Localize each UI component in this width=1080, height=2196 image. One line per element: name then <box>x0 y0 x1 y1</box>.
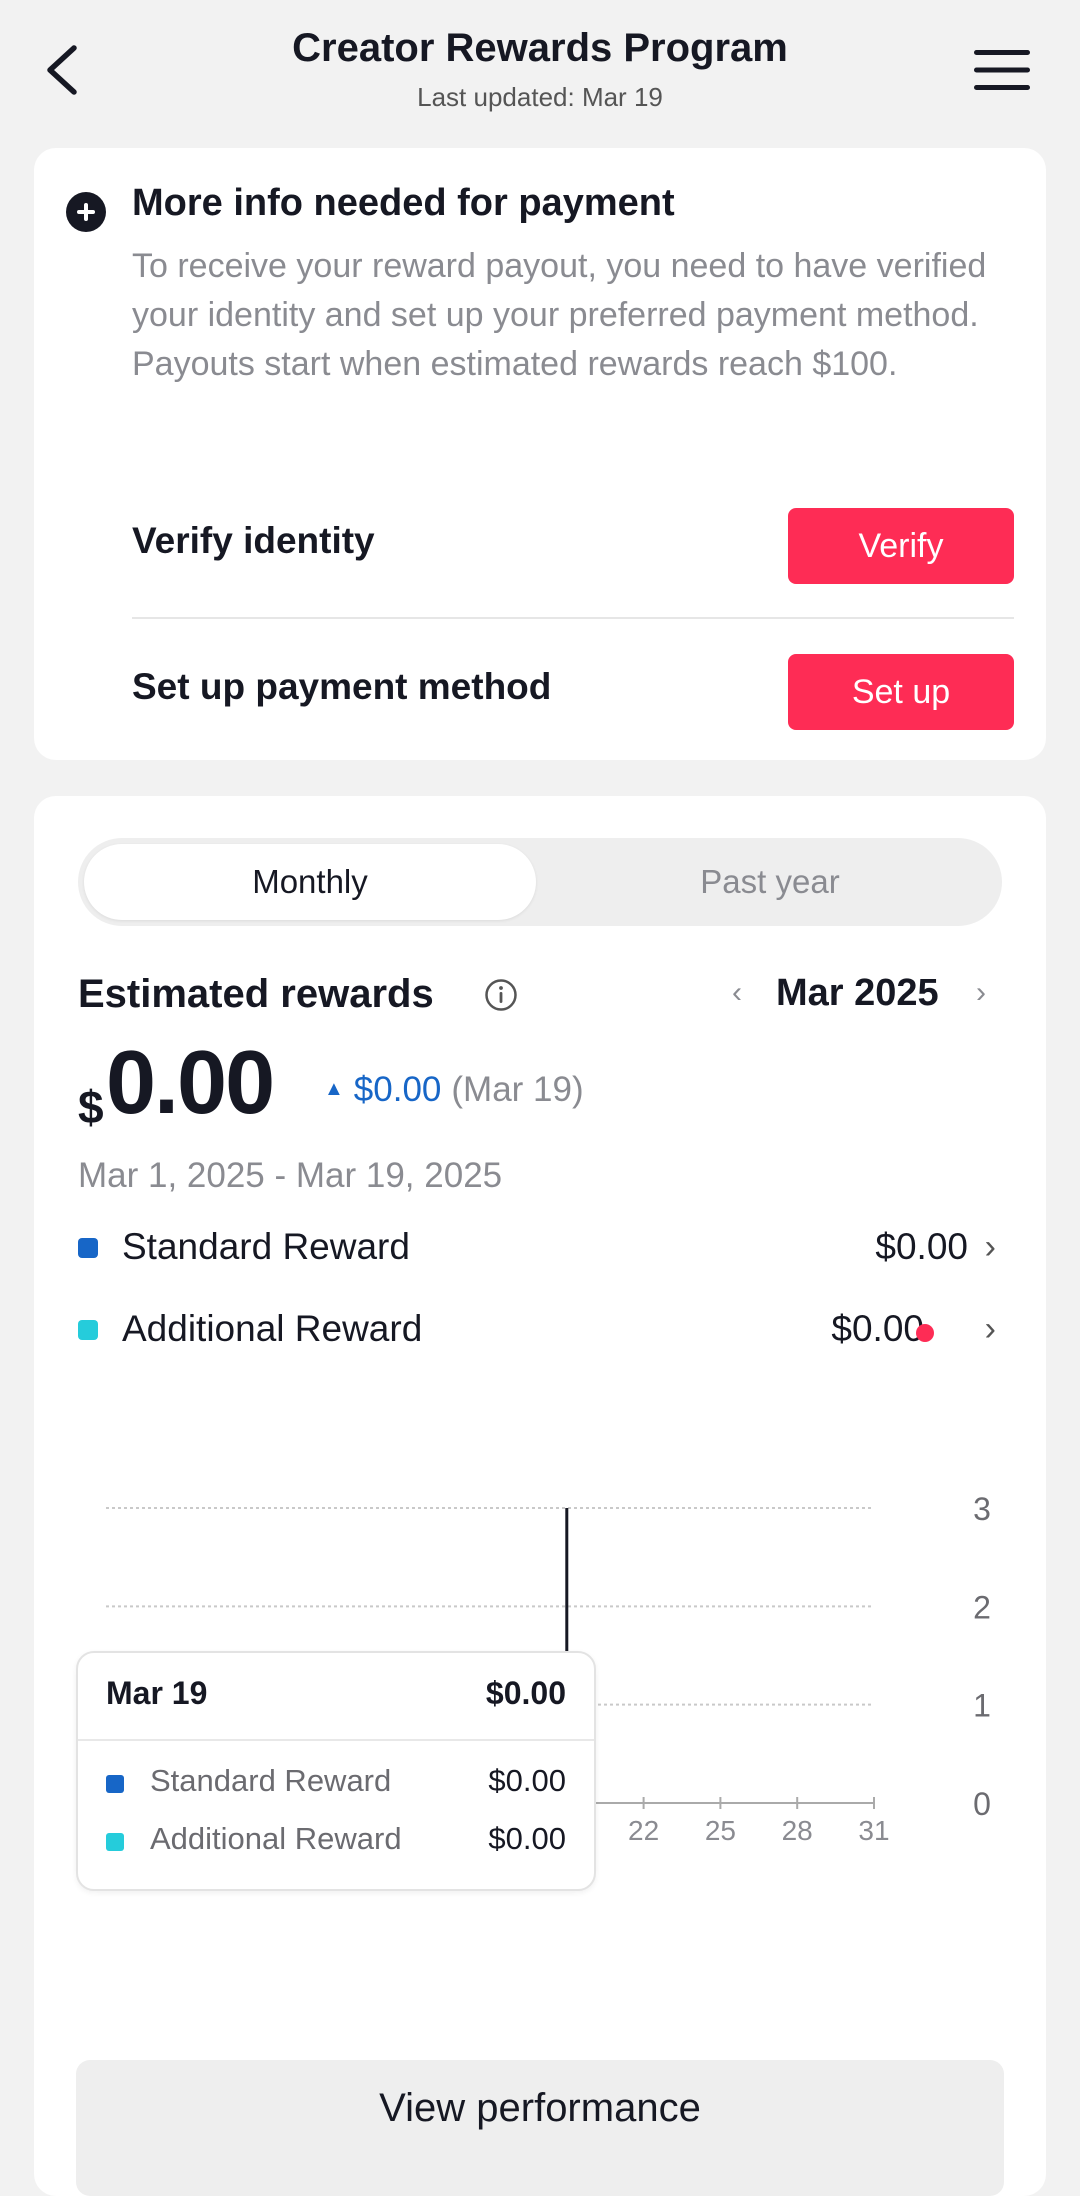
additional-reward-swatch <box>106 1833 124 1851</box>
verify-button[interactable]: Verify <box>788 508 1014 584</box>
amount-value: 0.00 <box>106 1033 275 1133</box>
verify-identity-label: Verify identity <box>132 520 375 561</box>
standard-reward-swatch <box>78 1238 98 1258</box>
tooltip-standard-row: Standard Reward $0.00 <box>106 1763 566 1803</box>
chevron-right-icon: › <box>984 1310 996 1348</box>
standard-reward-swatch <box>106 1775 124 1793</box>
tab-monthly[interactable]: Monthly <box>84 844 536 920</box>
up-triangle-icon: ▲ <box>324 1078 344 1100</box>
change-value: $0.00 <box>353 1070 442 1109</box>
tooltip-date: Mar 19 <box>106 1675 208 1711</box>
x-tick-label: 25 <box>705 1815 736 1846</box>
chevron-right-icon: › <box>984 1228 996 1266</box>
y-tick-label: 1 <box>973 1688 991 1724</box>
standard-reward-row[interactable]: Standard Reward $0.00 › <box>78 1222 996 1272</box>
rewards-card: Monthly Past year Estimated rewards ‹ Ma… <box>34 796 1046 2196</box>
tooltip-standard-value: $0.00 <box>488 1763 566 1798</box>
date-range: Mar 1, 2025 - Mar 19, 2025 <box>78 1156 503 1195</box>
tooltip-standard-label: Standard Reward <box>150 1763 392 1798</box>
plus-circle-icon <box>66 192 106 232</box>
tooltip-total: $0.00 <box>485 1675 566 1711</box>
estimated-rewards-title: Estimated rewards <box>78 972 434 1016</box>
daily-change: ▲ $0.00 (Mar 19) <box>324 1070 584 1110</box>
change-date: (Mar 19) <box>451 1070 584 1109</box>
divider <box>132 617 1014 619</box>
tab-past-year[interactable]: Past year <box>544 844 996 920</box>
app-header: Creator Rewards Program Last updated: Ma… <box>0 0 1080 140</box>
notification-dot <box>916 1324 934 1342</box>
previous-month-chevron-icon[interactable]: ‹ <box>732 976 742 1010</box>
menu-icon[interactable] <box>974 48 1030 92</box>
view-performance-button[interactable]: View performance <box>76 2060 1004 2196</box>
x-tick-label: 28 <box>782 1815 813 1846</box>
info-icon[interactable] <box>484 978 518 1012</box>
additional-reward-swatch <box>78 1320 98 1340</box>
tooltip-additional-row: Additional Reward $0.00 <box>106 1821 566 1861</box>
payment-info-card: More info needed for payment To receive … <box>34 148 1046 760</box>
last-updated-text: Last updated: Mar 19 <box>417 82 663 112</box>
y-tick-label: 2 <box>973 1589 991 1625</box>
page-title: Creator Rewards Program <box>292 26 788 70</box>
view-performance-label: View performance <box>379 2086 701 2130</box>
setup-button[interactable]: Set up <box>788 654 1014 730</box>
next-month-chevron-icon[interactable]: › <box>976 976 986 1010</box>
additional-reward-label: Additional Reward <box>122 1308 423 1349</box>
standard-reward-value: $0.00 <box>875 1226 968 1267</box>
x-tick-label: 22 <box>628 1815 659 1846</box>
additional-reward-row[interactable]: Additional Reward $0.00 › <box>78 1304 996 1354</box>
additional-reward-value: $0.00 <box>831 1308 924 1349</box>
payment-method-label: Set up payment method <box>132 666 552 707</box>
tooltip-divider <box>78 1739 594 1741</box>
y-tick-label: 0 <box>973 1786 991 1822</box>
tooltip-additional-value: $0.00 <box>488 1821 566 1856</box>
selected-month: Mar 2025 <box>776 972 939 1014</box>
period-toggle: Monthly Past year <box>78 838 1002 926</box>
standard-reward-label: Standard Reward <box>122 1226 410 1267</box>
chart-tooltip: Mar 19 $0.00 Standard Reward $0.00 Addit… <box>76 1651 596 1891</box>
tooltip-additional-label: Additional Reward <box>150 1821 402 1856</box>
payment-info-description: To receive your reward payout, you need … <box>132 247 987 383</box>
currency-symbol: $ <box>78 1081 104 1133</box>
payment-info-title: More info needed for payment <box>132 182 675 224</box>
x-tick-label: 31 <box>858 1815 889 1846</box>
y-tick-label: 3 <box>973 1491 991 1527</box>
